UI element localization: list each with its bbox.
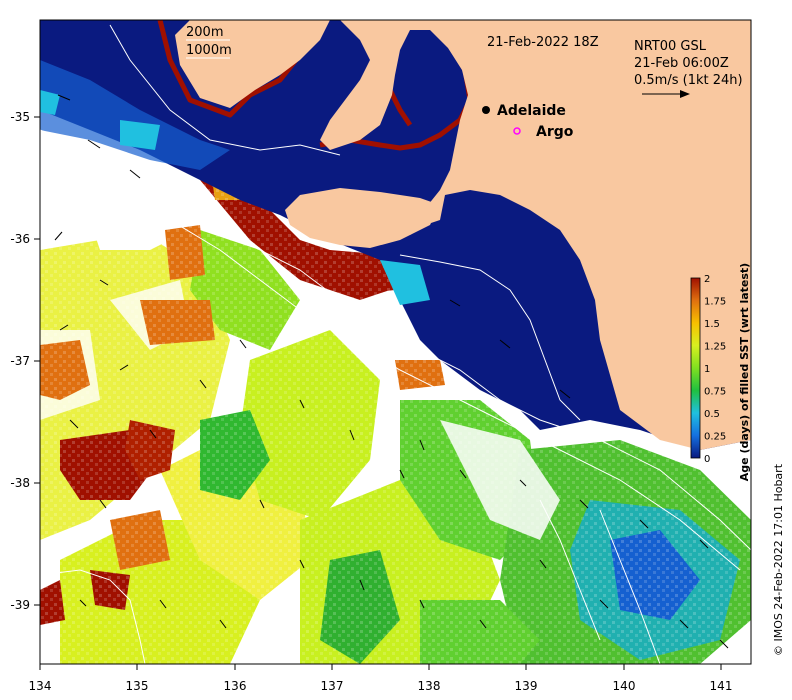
colorbar-tick-label: 1.25 — [704, 342, 726, 353]
lon-tick-label: 139 — [515, 679, 538, 693]
lon-tick-label: 134 — [29, 679, 52, 693]
colorbar-tick-label: 2 — [704, 274, 710, 285]
lat-tick-labels: -35 -36 -37 -38 -39 — [10, 110, 30, 612]
colorbar-tick-label: 0.25 — [704, 432, 726, 443]
lon-tick-label: 141 — [710, 679, 733, 693]
lon-tick-label: 140 — [613, 679, 636, 693]
lon-tick-label: 136 — [224, 679, 247, 693]
credit-label: © IMOS 24-Feb-2022 17:01 Hobart — [772, 463, 785, 656]
lon-tick-label: 137 — [321, 679, 344, 693]
lat-tick-label: -37 — [10, 354, 30, 368]
colorbar-tick-label: 1 — [704, 364, 710, 375]
product-label: NRT00 GSL — [634, 39, 707, 54]
lon-ticks — [39, 664, 722, 670]
colorbar-tick-label: 0.5 — [704, 409, 720, 420]
arrow-scale-label: 0.5m/s (1kt 24h) — [634, 73, 743, 88]
isobath-label-1000m: 1000m — [186, 43, 232, 58]
lat-tick-label: -35 — [10, 110, 30, 124]
isobath-label-200m: 200m — [186, 25, 223, 40]
lon-tick-labels: 134 135 136 137 138 139 140 141 — [29, 679, 733, 693]
colorbar-tick-label: 1.5 — [704, 319, 720, 330]
adelaide-label: Adelaide — [497, 103, 566, 119]
lat-ticks — [34, 116, 40, 606]
lon-tick-label: 135 — [126, 679, 149, 693]
current-time-label: 21-Feb 06:00Z — [634, 56, 729, 71]
map-field — [40, 20, 751, 664]
sst-age-map: 134 135 136 137 138 139 140 141 -35 -36 … — [10, 19, 785, 693]
colorbar-ramp — [690, 277, 701, 459]
colorbar-tick-label: 1.75 — [704, 297, 726, 308]
colorbar-title: Age (days) of filled SST (wrt latest) — [738, 263, 751, 481]
lat-tick-label: -38 — [10, 476, 30, 490]
lat-tick-label: -36 — [10, 232, 30, 246]
lat-tick-label: -39 — [10, 598, 30, 612]
argo-label: Argo — [536, 124, 574, 140]
map-title: 21-Feb-2022 18Z — [487, 35, 599, 50]
colorbar-tick-label: 0 — [704, 454, 710, 465]
colorbar-tick-label: 0.75 — [704, 387, 726, 398]
adelaide-marker — [482, 106, 490, 114]
lon-tick-label: 138 — [418, 679, 441, 693]
